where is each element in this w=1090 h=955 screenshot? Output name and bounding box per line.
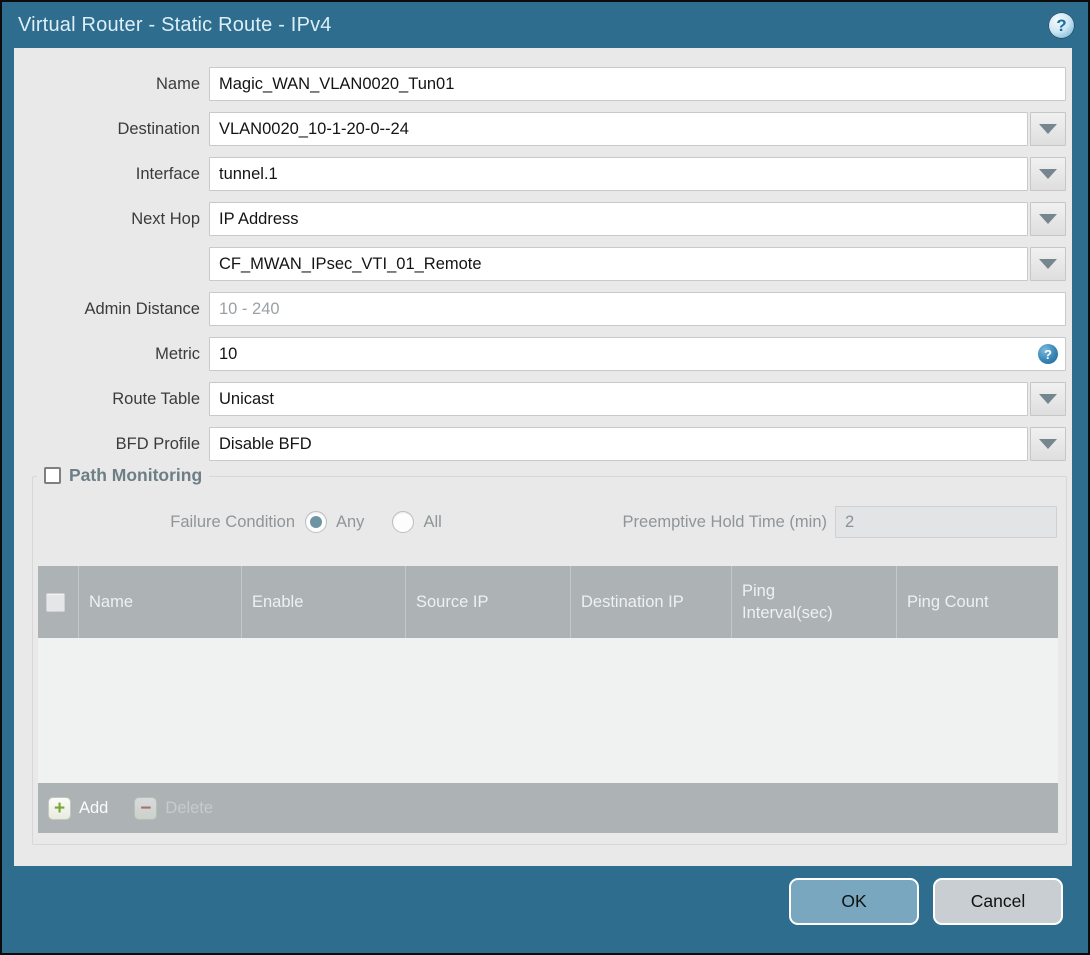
- bfd-profile-label: BFD Profile: [115, 434, 200, 453]
- route-table-row: Route Table: [14, 382, 1066, 416]
- next-hop-address-dropdown-button[interactable]: [1030, 247, 1066, 281]
- failure-condition-row: Failure Condition Any All Preemptive Hol…: [33, 505, 1066, 539]
- select-all-checkbox[interactable]: [46, 592, 65, 612]
- path-monitoring-checkbox[interactable]: [44, 467, 61, 484]
- dialog-title: Virtual Router - Static Route - IPv4: [18, 14, 332, 36]
- bfd-profile-dropdown-button[interactable]: [1030, 427, 1066, 461]
- column-header-source-ip: Source IP: [405, 566, 570, 638]
- failure-condition-all-radio[interactable]: [392, 511, 415, 533]
- name-input[interactable]: [209, 67, 1066, 101]
- admin-distance-input[interactable]: [209, 292, 1066, 326]
- next-hop-type-dropdown-button[interactable]: [1030, 202, 1066, 236]
- path-monitoring-table: Name Enable Source IP Destination IP Pin…: [38, 566, 1058, 833]
- name-label: Name: [155, 74, 200, 93]
- table-header-row: Name Enable Source IP Destination IP Pin…: [38, 566, 1058, 638]
- bfd-profile-input[interactable]: [209, 427, 1028, 461]
- admin-distance-label: Admin Distance: [84, 299, 200, 318]
- dialog-virtual-router-static-route: Virtual Router - Static Route - IPv4 ? N…: [0, 0, 1090, 955]
- bfd-profile-row: BFD Profile: [14, 427, 1066, 461]
- preemptive-hold-time-input[interactable]: [835, 506, 1057, 538]
- name-row: Name: [14, 67, 1066, 101]
- table-body-empty: [38, 638, 1058, 783]
- destination-row: Destination: [14, 112, 1066, 146]
- column-header-enable: Enable: [241, 566, 405, 638]
- delete-icon: −: [134, 796, 158, 820]
- failure-condition-any-label: Any: [336, 512, 365, 531]
- route-table-dropdown-button[interactable]: [1030, 382, 1066, 416]
- destination-dropdown-button[interactable]: [1030, 112, 1066, 146]
- metric-row: Metric ?: [14, 337, 1066, 371]
- dialog-body: Name Destination Interface: [14, 48, 1072, 868]
- failure-condition-label: Failure Condition: [170, 512, 295, 531]
- delete-button[interactable]: − Delete: [134, 796, 214, 820]
- chevron-down-icon: [1039, 259, 1057, 269]
- column-header-ping-count: Ping Count: [896, 566, 1058, 638]
- metric-input[interactable]: [209, 337, 1066, 371]
- destination-label: Destination: [117, 119, 200, 138]
- route-table-label: Route Table: [112, 389, 200, 408]
- help-icon[interactable]: ?: [1048, 12, 1075, 39]
- metric-label: Metric: [155, 344, 200, 363]
- info-icon: ?: [1038, 344, 1058, 364]
- route-table-input[interactable]: [209, 382, 1028, 416]
- chevron-down-icon: [1039, 394, 1057, 404]
- preemptive-hold-time-label: Preemptive Hold Time (min): [622, 512, 827, 531]
- next-hop-address-row: [14, 247, 1066, 281]
- table-footer-bar: + Add − Delete: [38, 783, 1058, 833]
- column-header-ping-interval: Ping Interval(sec): [731, 566, 896, 638]
- chevron-down-icon: [1039, 169, 1057, 179]
- next-hop-type-input[interactable]: [209, 202, 1028, 236]
- chevron-down-icon: [1039, 214, 1057, 224]
- column-header-name: Name: [78, 566, 241, 638]
- add-button[interactable]: + Add: [48, 796, 109, 820]
- column-header-destination-ip: Destination IP: [570, 566, 731, 638]
- title-bar: Virtual Router - Static Route - IPv4 ?: [2, 2, 1088, 48]
- path-monitoring-legend: Path Monitoring: [37, 465, 210, 486]
- chevron-down-icon: [1039, 439, 1057, 449]
- interface-input[interactable]: [209, 157, 1028, 191]
- next-hop-row: Next Hop: [14, 202, 1066, 236]
- chevron-down-icon: [1039, 124, 1057, 134]
- interface-row: Interface: [14, 157, 1066, 191]
- path-monitoring-group: Path Monitoring Failure Condition Any Al…: [32, 465, 1067, 845]
- delete-button-label: Delete: [165, 798, 214, 817]
- add-button-label: Add: [79, 798, 109, 817]
- select-all-cell: [38, 566, 78, 638]
- cancel-button[interactable]: Cancel: [933, 878, 1063, 925]
- interface-dropdown-button[interactable]: [1030, 157, 1066, 191]
- failure-condition-all-label: All: [423, 512, 442, 531]
- add-icon: +: [48, 796, 71, 820]
- admin-distance-row: Admin Distance: [14, 292, 1066, 326]
- ok-button[interactable]: OK: [789, 878, 919, 925]
- interface-label: Interface: [135, 164, 200, 183]
- destination-input[interactable]: [209, 112, 1028, 146]
- path-monitoring-title: Path Monitoring: [69, 465, 203, 485]
- dialog-footer: OK Cancel: [2, 866, 1088, 953]
- next-hop-address-input[interactable]: [209, 247, 1028, 281]
- next-hop-label: Next Hop: [131, 209, 200, 228]
- failure-condition-any-radio[interactable]: [305, 511, 327, 533]
